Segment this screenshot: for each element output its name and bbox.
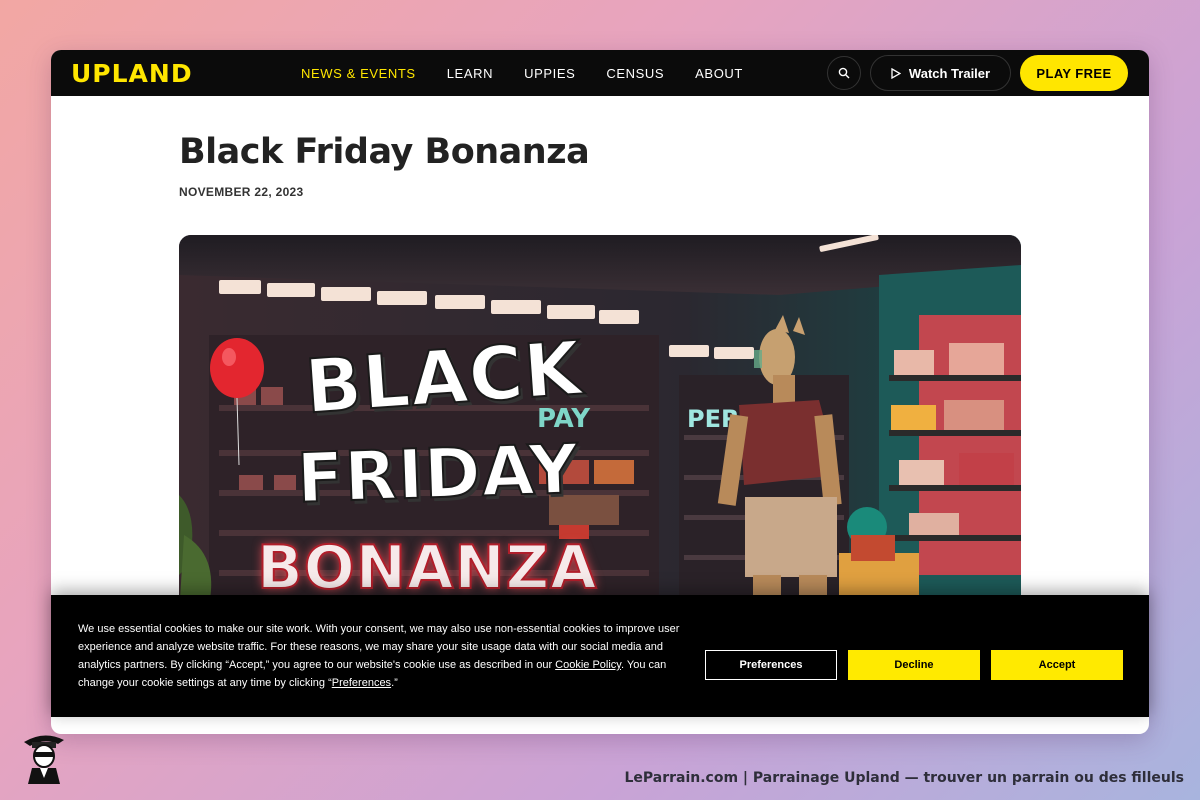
nav-item-learn[interactable]: LEARN [447,66,493,81]
mascot-logo [24,735,64,784]
top-nav: UPLAND NEWS & EVENTS LEARN UPPIES CENSUS… [51,50,1149,96]
hero-text-bonanza: BONANZA [256,532,598,604]
nav-item-about[interactable]: ABOUT [695,66,743,81]
play-icon [891,67,901,79]
upland-logo[interactable]: UPLAND [71,59,193,88]
hero-text-friday: FRIDAY [295,429,582,520]
cookie-banner: We use essential cookies to make our sit… [51,595,1149,717]
accept-button[interactable]: Accept [991,650,1123,680]
cookie-message: We use essential cookies to make our sit… [78,620,688,692]
main-menu: NEWS & EVENTS LEARN UPPIES CENSUS ABOUT [301,50,774,96]
search-icon [838,67,850,79]
cookie-text-3: .” [391,677,398,689]
nav-item-news-events[interactable]: NEWS & EVENTS [301,66,416,81]
article-date: NOVEMBER 22, 2023 [179,185,304,199]
preferences-link[interactable]: Preferences [332,677,391,689]
hero-image: PAY PER BLACK FRIDAY BONANZA [179,235,1021,635]
footer-note: LeParrain.com | Parrainage Upland — trou… [624,770,1184,786]
play-free-button[interactable]: PLAY FREE [1020,55,1128,91]
decline-button[interactable]: Decline [848,650,980,680]
watch-trailer-label: Watch Trailer [908,65,991,81]
watch-trailer-button[interactable]: Watch Trailer [870,55,1011,91]
preferences-button[interactable]: Preferences [705,650,837,680]
cookie-policy-link[interactable]: Cookie Policy [555,659,621,671]
nav-item-census[interactable]: CENSUS [606,66,664,81]
nav-item-uppies[interactable]: UPPIES [524,66,575,81]
search-button[interactable] [827,56,861,90]
article-title: Black Friday Bonanza [179,132,590,172]
